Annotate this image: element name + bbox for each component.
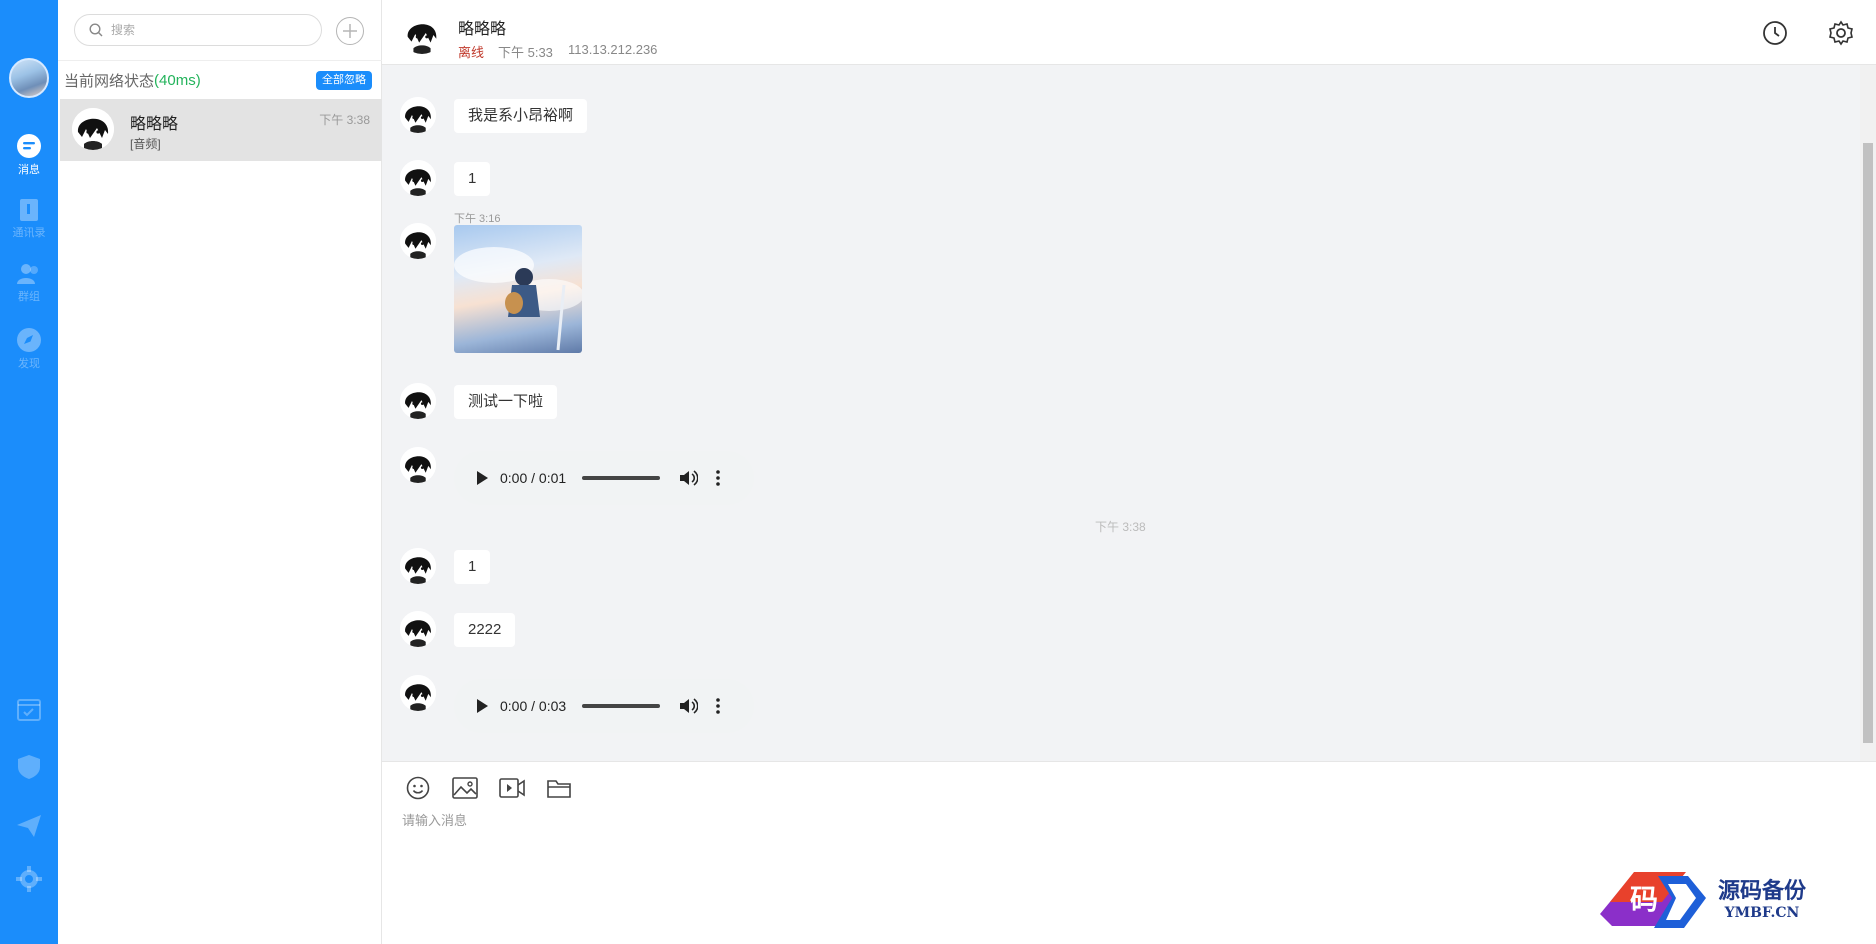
contacts-icon [20, 199, 38, 221]
message-bubble[interactable]: 我是系小昂裕啊 [454, 99, 588, 133]
message-avatar [400, 97, 436, 133]
network-latency: (40ms) [154, 72, 201, 89]
watermark-logo-char: 码 [1630, 883, 1659, 916]
chat-header: 略略略 离线 下午 5:33 113.13.212.236 [382, 0, 1876, 65]
message-bubble[interactable]: 1 [454, 162, 491, 196]
audio-time: 0:00 / 0:03 [500, 698, 567, 714]
watermark-text: 源码备份 YMBF.CN [1718, 873, 1806, 921]
audio-player[interactable]: 0:00 / 0:03 [454, 679, 754, 733]
network-status-label: 当前网络状态 [64, 73, 155, 90]
time-divider: 下午 3:38 [1095, 520, 1146, 534]
search-icon [89, 23, 103, 37]
settings-gear-icon[interactable] [1828, 20, 1854, 46]
chat-panel: 略略略 离线 下午 5:33 113.13.212.236 我是系小昂裕啊 1 … [382, 0, 1876, 944]
nav-contacts[interactable]: 通讯录 [0, 198, 58, 240]
nav-discover[interactable]: 发现 [0, 327, 58, 371]
calendar-check-icon [17, 699, 41, 721]
message-scrollbar[interactable] [1860, 65, 1876, 761]
message-avatar [400, 548, 436, 584]
conversation-last-message: [音频] [130, 137, 161, 151]
message-avatar [400, 223, 436, 259]
message-icon [17, 134, 41, 158]
chat-contact-avatar[interactable] [402, 14, 442, 54]
watermark-cn: 源码备份 [1718, 878, 1807, 904]
add-button[interactable] [336, 17, 364, 45]
gear-icon [16, 866, 42, 892]
paper-plane-icon [17, 815, 41, 837]
image-button[interactable] [451, 774, 479, 802]
image-timestamp: 下午 3:16 [454, 213, 501, 225]
user-avatar[interactable] [9, 58, 49, 98]
compass-icon [17, 328, 41, 352]
clock-icon[interactable] [1762, 20, 1788, 46]
message-avatar [400, 675, 436, 711]
watermark-en: YMBF.CN [1724, 905, 1800, 921]
message-list[interactable]: 我是系小昂裕啊 1 下午 3:16 测试一下啦 0:00 / 0:01 下午 3… [382, 65, 1860, 761]
play-icon[interactable] [476, 471, 488, 485]
play-icon[interactable] [476, 699, 488, 713]
image-message[interactable] [454, 225, 582, 353]
message-bubble[interactable]: 1 [454, 550, 491, 584]
volume-icon[interactable] [680, 698, 699, 714]
nav-contacts-label: 通讯录 [12, 227, 46, 239]
contact-avatar [72, 108, 114, 150]
video-button[interactable] [498, 774, 526, 802]
conversation-item[interactable]: 略略略 [音频] 下午 3:38 [60, 99, 382, 161]
plus-icon [343, 24, 357, 38]
audio-progress[interactable] [582, 476, 661, 480]
nav-groups[interactable]: 群组 [0, 262, 58, 304]
shield-button[interactable] [0, 753, 58, 781]
shield-icon [18, 755, 40, 779]
conversation-name: 略略略 [130, 116, 179, 133]
folder-icon [547, 780, 571, 798]
message-input[interactable] [402, 810, 1802, 930]
message-avatar [400, 447, 436, 483]
volume-icon[interactable] [680, 470, 699, 486]
message-avatar [400, 611, 436, 647]
search-box[interactable] [74, 14, 322, 46]
calendar-button[interactable] [0, 695, 58, 723]
settings-button[interactable] [0, 865, 58, 893]
nav-messages[interactable]: 消息 [0, 133, 58, 177]
conversation-time: 下午 3:38 [319, 113, 370, 127]
audio-player[interactable]: 0:00 / 0:01 [454, 451, 754, 505]
emoji-button[interactable] [404, 774, 432, 802]
emoji-icon [406, 776, 430, 800]
ignore-all-button[interactable]: 全部忽略 [316, 71, 372, 90]
message-avatar [400, 383, 436, 419]
more-options-icon[interactable] [716, 698, 720, 714]
nav-messages-label: 消息 [18, 164, 40, 176]
watermark: 码 源码备份 YMBF.CN [1594, 862, 1806, 932]
audio-progress[interactable] [582, 704, 661, 708]
nav-discover-label: 发现 [18, 358, 40, 370]
chat-contact-name: 略略略 [458, 21, 507, 38]
scrollbar-thumb[interactable] [1863, 143, 1873, 743]
chat-status: 离线 [458, 45, 485, 60]
conversation-panel: 当前网络状态(40ms) 全部忽略 略略略 [音频] 下午 3:38 [58, 0, 382, 944]
more-options-icon[interactable] [716, 470, 720, 486]
network-status: 当前网络状态 (40ms) 全部忽略 [58, 60, 382, 100]
group-icon [17, 264, 38, 284]
nav-groups-label: 群组 [18, 291, 40, 303]
message-bubble[interactable]: 2222 [454, 613, 516, 647]
watermark-logo: 码 [1594, 862, 1712, 932]
nav-rail: 消息 通讯录 群组 发现 [0, 0, 58, 944]
chat-ip: 113.13.212.236 [568, 42, 658, 57]
audio-time: 0:00 / 0:01 [500, 470, 567, 486]
search-input[interactable] [111, 23, 301, 37]
file-button[interactable] [545, 774, 573, 802]
send-button[interactable] [0, 812, 58, 840]
chat-last-seen: 下午 5:33 [498, 45, 553, 60]
video-icon [499, 778, 525, 798]
message-avatar [400, 160, 436, 196]
message-bubble[interactable]: 测试一下啦 [454, 385, 558, 419]
image-icon [452, 777, 478, 799]
